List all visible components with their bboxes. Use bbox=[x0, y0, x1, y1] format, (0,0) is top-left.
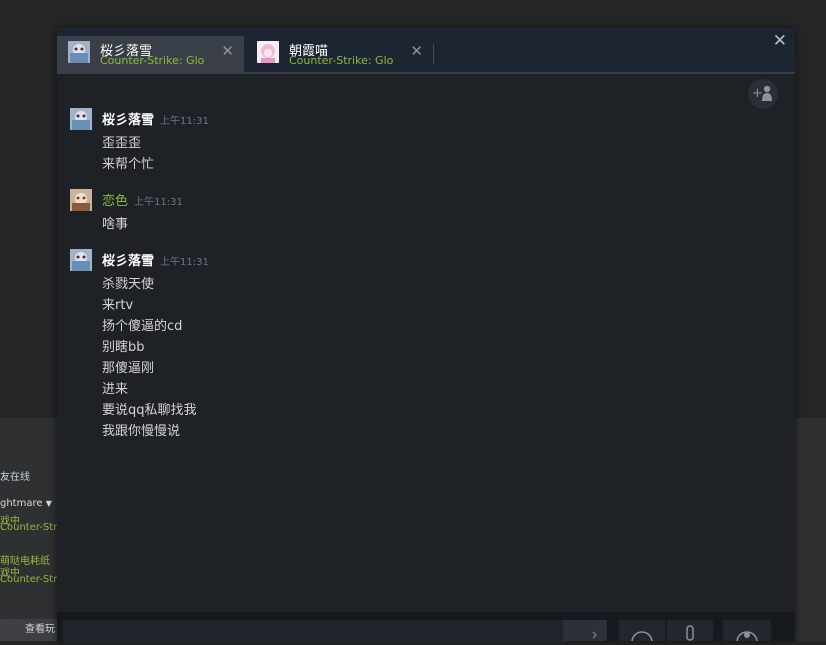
avatar[interactable] bbox=[70, 108, 92, 130]
message-text: 歪歪歪 bbox=[102, 136, 142, 151]
message-sender[interactable]: 恋色 上午11:31 bbox=[102, 190, 183, 209]
chevron-down-icon[interactable]: ▼ bbox=[46, 499, 52, 508]
message-text: 别瞎bb bbox=[102, 340, 145, 355]
avatar[interactable] bbox=[70, 189, 92, 211]
online-friends-label: 友在线 bbox=[0, 472, 30, 483]
chat-input-bar bbox=[57, 612, 795, 645]
view-games-button[interactable]: 查看玩 bbox=[19, 619, 61, 641]
message-sender[interactable]: 桜彡落雪 上午11:31 bbox=[102, 109, 209, 128]
bg-button[interactable] bbox=[0, 619, 20, 641]
send-button[interactable] bbox=[563, 620, 607, 641]
tab-chat-zhaoxia[interactable]: 朝霞喵 Counter-Strike: Glo ✕ bbox=[246, 36, 433, 72]
svg-text:+: + bbox=[752, 86, 763, 101]
tab-chat-sakura[interactable]: 桜彡落雪 Counter-Strike: Glo ✕ bbox=[57, 36, 244, 72]
message-text: 来帮个忙 bbox=[102, 157, 155, 172]
voice-chat-button[interactable] bbox=[723, 620, 771, 645]
message-text: 进来 bbox=[102, 382, 129, 397]
add-user-icon: + bbox=[752, 85, 772, 101]
message-timestamp: 上午11:31 bbox=[134, 197, 183, 208]
message-text: 扬个傻逼的cd bbox=[102, 319, 183, 334]
voice-chat-icon bbox=[736, 631, 758, 645]
message-text: 杀戮天使 bbox=[102, 277, 155, 292]
message-text: 那傻逼刚 bbox=[102, 361, 155, 376]
close-icon[interactable]: ✕ bbox=[773, 31, 787, 51]
tab-game-status: Counter-Strike: Glo bbox=[100, 54, 205, 67]
message-text: 来rtv bbox=[102, 298, 134, 313]
tab-divider bbox=[433, 44, 434, 64]
send-icon bbox=[592, 631, 598, 639]
chat-window: 桜彡落雪 Counter-Strike: Glo ✕ 朝霞喵 Counter-S… bbox=[57, 28, 795, 645]
message-timestamp: 上午11:31 bbox=[160, 116, 209, 127]
microphone-icon bbox=[686, 625, 694, 641]
message-text: 我跟你慢慢说 bbox=[102, 424, 181, 439]
emoticon-icon bbox=[631, 631, 653, 645]
tab-underline bbox=[57, 72, 795, 74]
microphone-button[interactable] bbox=[667, 620, 713, 641]
message-text: 啥事 bbox=[102, 217, 129, 232]
add-user-button[interactable]: + bbox=[748, 79, 778, 109]
bg-friend-name[interactable]: ghtmare ▼ bbox=[0, 498, 52, 509]
close-icon[interactable]: ✕ bbox=[221, 42, 234, 60]
chat-message-input[interactable] bbox=[63, 620, 567, 643]
message-text: 要说qq私聊找我 bbox=[102, 403, 197, 418]
tab-game-status: Counter-Strike: Glo bbox=[289, 54, 394, 67]
message-timestamp: 上午11:31 bbox=[160, 257, 209, 268]
emoticon-button[interactable] bbox=[619, 620, 665, 645]
avatar bbox=[68, 41, 90, 63]
message-sender[interactable]: 桜彡落雪 上午11:31 bbox=[102, 250, 209, 269]
chat-titlebar: 桜彡落雪 Counter-Strike: Glo ✕ 朝霞喵 Counter-S… bbox=[57, 28, 795, 74]
close-icon[interactable]: ✕ bbox=[410, 42, 423, 60]
avatar[interactable] bbox=[70, 249, 92, 271]
avatar bbox=[257, 41, 279, 63]
